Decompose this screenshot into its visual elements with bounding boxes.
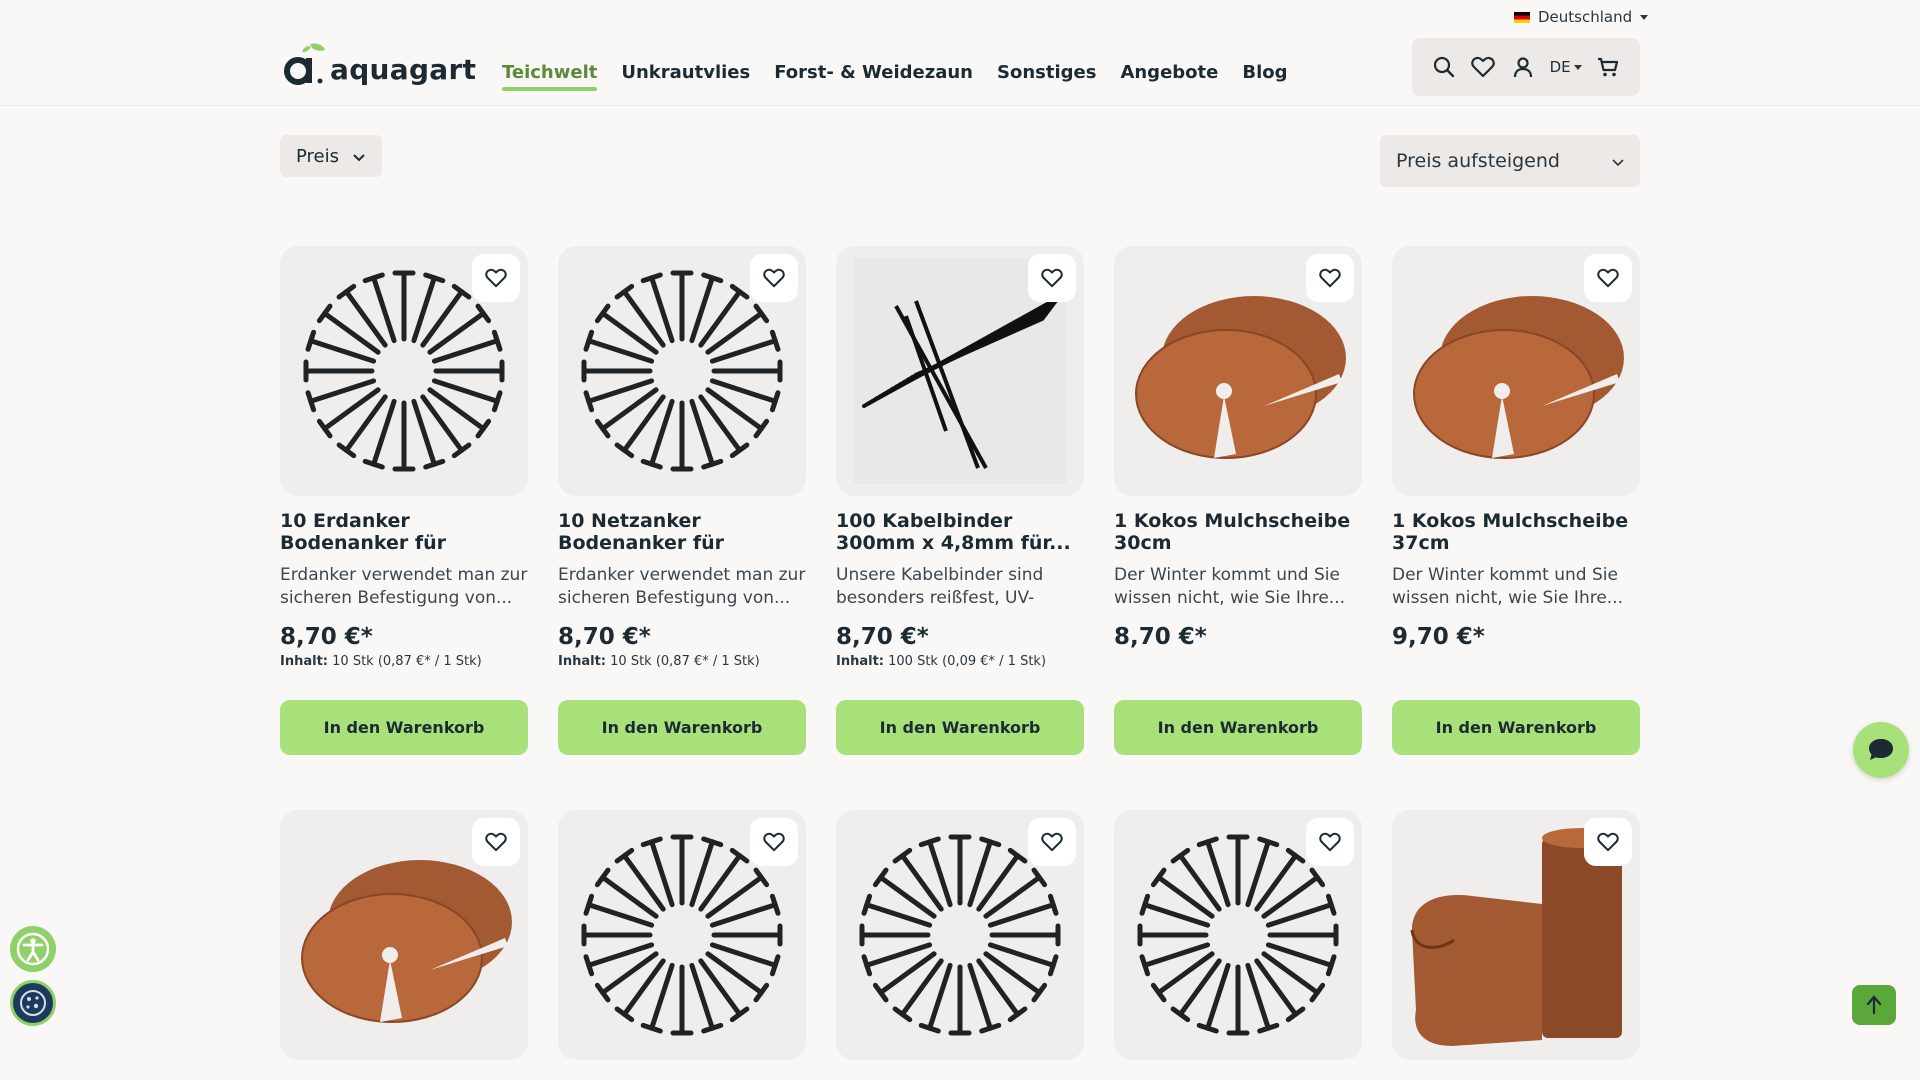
logo[interactable]: aquagart bbox=[280, 38, 476, 86]
heart-icon bbox=[485, 268, 507, 288]
wishlist-button[interactable] bbox=[1028, 254, 1076, 302]
chevron-down-icon bbox=[1640, 14, 1649, 20]
wishlist-button[interactable] bbox=[1028, 818, 1076, 866]
search-icon[interactable] bbox=[1431, 54, 1457, 80]
nav-item-sonstiges[interactable]: Sonstiges bbox=[997, 62, 1096, 91]
main-nav: Teichwelt Unkrautvlies Forst- & Weidezau… bbox=[502, 62, 1287, 91]
scroll-to-top-button[interactable] bbox=[1852, 985, 1896, 1025]
product-card: 10 Netzanker Bodenanker für Teichne... E… bbox=[558, 246, 806, 755]
add-to-cart-button[interactable]: In den Warenkorb bbox=[836, 700, 1084, 755]
add-to-cart-button[interactable]: In den Warenkorb bbox=[1114, 700, 1362, 755]
heart-icon bbox=[1597, 268, 1619, 288]
wishlist-button[interactable] bbox=[1584, 818, 1632, 866]
nav-item-blog[interactable]: Blog bbox=[1242, 62, 1287, 91]
product-card bbox=[558, 810, 806, 1060]
heart-icon bbox=[1041, 268, 1063, 288]
chevron-down-icon bbox=[1573, 64, 1582, 70]
wishlist-button[interactable] bbox=[1306, 818, 1354, 866]
language-label: DE bbox=[1549, 58, 1571, 76]
product-card bbox=[280, 810, 528, 1060]
product-card bbox=[836, 810, 1084, 1060]
product-title[interactable]: 1 Kokos Mulchscheibe 37cm Kokofasermatte… bbox=[1392, 510, 1640, 554]
user-icon[interactable] bbox=[1510, 54, 1536, 80]
nav-item-unkrautvlies[interactable]: Unkrautvlies bbox=[621, 62, 750, 91]
wishlist-button[interactable] bbox=[1584, 254, 1632, 302]
wishlist-button[interactable] bbox=[1306, 254, 1354, 302]
cart-icon[interactable] bbox=[1595, 54, 1621, 80]
content-value: 100 Stk (0,09 €* / 1 Stk) bbox=[888, 654, 1047, 669]
product-content: Inhalt: 10 Stk (0,87 €* / 1 Stk) bbox=[280, 654, 528, 670]
logo-mark-icon bbox=[280, 40, 326, 86]
header-toolbar: DE bbox=[1412, 38, 1640, 96]
product-content bbox=[1114, 654, 1362, 670]
heart-icon bbox=[1041, 832, 1063, 852]
arrow-up-icon bbox=[1866, 995, 1882, 1015]
product-card: 100 Kabelbinder 300mm x 4,8mm für... Uns… bbox=[836, 246, 1084, 755]
product-card: 1 Kokos Mulchscheibe 37cm Kokofasermatte… bbox=[1392, 246, 1640, 755]
wishlist-button[interactable] bbox=[472, 254, 520, 302]
product-price: 8,70 €* bbox=[280, 624, 373, 650]
wishlist-button[interactable] bbox=[472, 818, 520, 866]
heart-icon[interactable] bbox=[1470, 54, 1496, 80]
product-description: Erdanker verwendet man zur sicheren Befe… bbox=[558, 565, 806, 608]
product-price: 9,70 €* bbox=[1392, 624, 1485, 650]
cookie-settings-button[interactable] bbox=[10, 980, 56, 1026]
heart-icon bbox=[1319, 832, 1341, 852]
product-content: Inhalt: 10 Stk (0,87 €* / 1 Stk) bbox=[558, 654, 806, 670]
country-selector[interactable]: Deutschland bbox=[1514, 8, 1649, 26]
accessibility-icon bbox=[16, 932, 50, 966]
product-price: 8,70 €* bbox=[836, 624, 929, 650]
product-card bbox=[1392, 810, 1640, 1060]
heart-icon bbox=[1597, 832, 1619, 852]
product-description: Erdanker verwendet man zur sicheren Befe… bbox=[280, 565, 528, 608]
nav-item-angebote[interactable]: Angebote bbox=[1120, 62, 1218, 91]
product-content: Inhalt: 100 Stk (0,09 €* / 1 Stk) bbox=[836, 654, 1084, 670]
product-card bbox=[1114, 810, 1362, 1060]
product-title[interactable]: 10 Netzanker Bodenanker für Teichne... bbox=[558, 510, 806, 554]
price-filter-label: Preis bbox=[296, 145, 339, 167]
product-price: 8,70 €* bbox=[1114, 624, 1207, 650]
chat-button[interactable] bbox=[1853, 722, 1909, 778]
heart-icon bbox=[763, 268, 785, 288]
product-title[interactable]: 100 Kabelbinder 300mm x 4,8mm für... bbox=[836, 510, 1084, 554]
product-title[interactable]: 10 Erdanker Bodenanker für Unkrautvlies.… bbox=[280, 510, 528, 554]
content-label: Inhalt: bbox=[280, 654, 328, 669]
add-to-cart-button[interactable]: In den Warenkorb bbox=[280, 700, 528, 755]
heart-icon bbox=[1319, 268, 1341, 288]
add-to-cart-button[interactable]: In den Warenkorb bbox=[558, 700, 806, 755]
content-value: 10 Stk (0,87 €* / 1 Stk) bbox=[610, 654, 760, 669]
wishlist-button[interactable] bbox=[750, 254, 798, 302]
product-description: Der Winter kommt und Sie wissen nicht, w… bbox=[1114, 565, 1346, 608]
chat-icon bbox=[1869, 739, 1893, 760]
accessibility-button[interactable] bbox=[10, 926, 56, 972]
site-header: Deutschland aquagart Teichwelt Unkrautvl… bbox=[0, 0, 1920, 106]
country-label: Deutschland bbox=[1538, 8, 1633, 26]
wishlist-button[interactable] bbox=[750, 818, 798, 866]
content-label: Inhalt: bbox=[558, 654, 606, 669]
content-value: 10 Stk (0,87 €* / 1 Stk) bbox=[332, 654, 482, 669]
product-price: 8,70 €* bbox=[558, 624, 651, 650]
chevron-down-icon bbox=[1612, 150, 1624, 172]
price-filter-button[interactable]: Preis bbox=[280, 135, 382, 177]
chevron-down-icon bbox=[353, 146, 365, 167]
cookie-icon bbox=[20, 990, 46, 1016]
language-selector[interactable]: DE bbox=[1550, 58, 1582, 76]
content-label: Inhalt: bbox=[836, 654, 884, 669]
logo-text: aquagart bbox=[330, 53, 477, 86]
german-flag-icon bbox=[1514, 11, 1530, 23]
product-card: 1 Kokos Mulchscheibe 30cm Kokofasermatte… bbox=[1114, 246, 1362, 755]
product-description: Der Winter kommt und Sie wissen nicht, w… bbox=[1392, 565, 1624, 608]
sort-value: Preis aufsteigend bbox=[1396, 150, 1560, 172]
product-description: Unsere Kabelbinder sind besonders reißfe… bbox=[836, 565, 1044, 608]
nav-item-teichwelt[interactable]: Teichwelt bbox=[502, 62, 598, 91]
product-card: 10 Erdanker Bodenanker für Unkrautvlies.… bbox=[280, 246, 528, 755]
sort-select[interactable]: Preis aufsteigend bbox=[1380, 135, 1640, 187]
add-to-cart-button[interactable]: In den Warenkorb bbox=[1392, 700, 1640, 755]
nav-item-forst-weidezaun[interactable]: Forst- & Weidezaun bbox=[774, 62, 973, 91]
heart-icon bbox=[485, 832, 507, 852]
product-title[interactable]: 1 Kokos Mulchscheibe 30cm Kokofasermatte… bbox=[1114, 510, 1362, 554]
heart-icon bbox=[763, 832, 785, 852]
product-content bbox=[1392, 654, 1640, 670]
